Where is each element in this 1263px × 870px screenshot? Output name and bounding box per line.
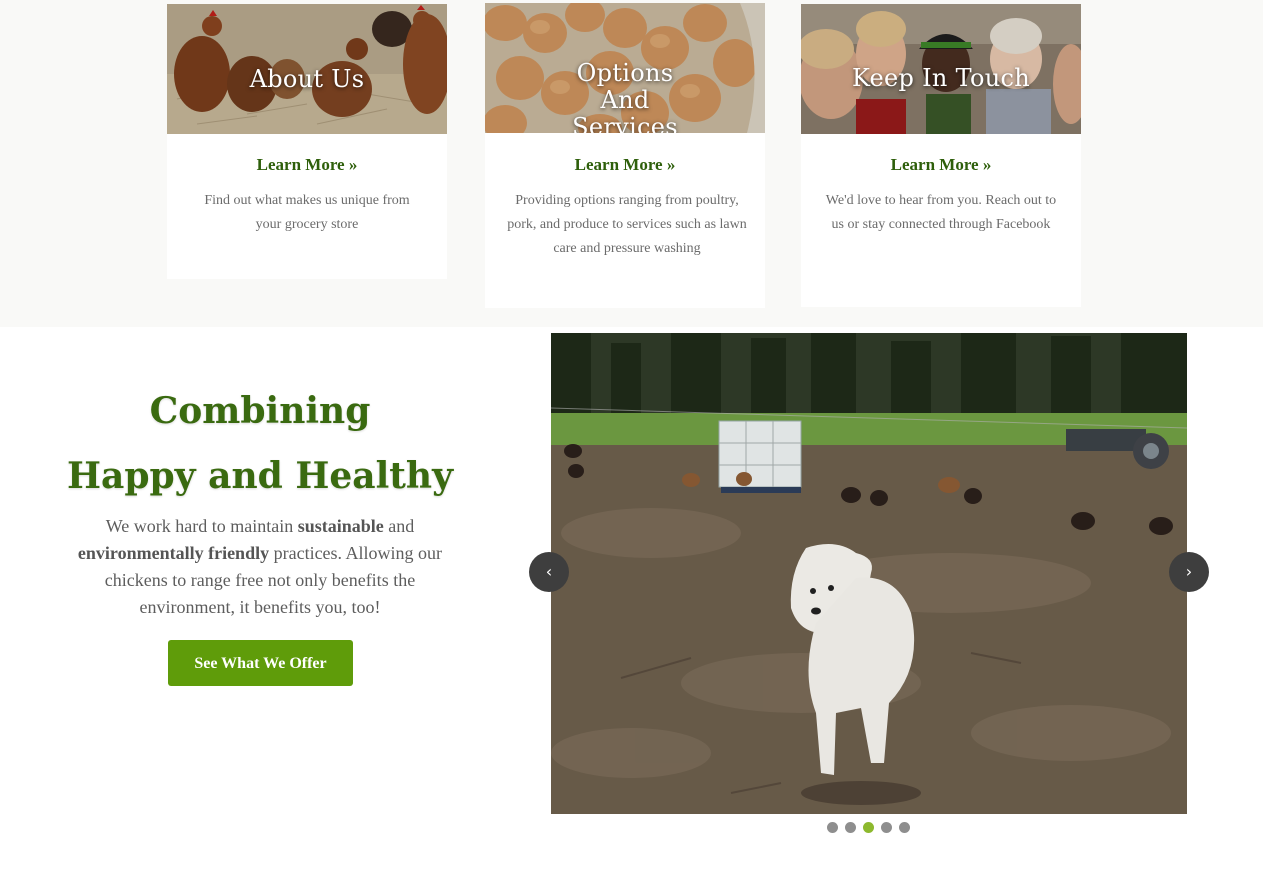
learn-more-link[interactable]: Learn More » (801, 155, 1081, 175)
card-title: Options And Services (572, 59, 678, 134)
intro-bold-sustainable: sustainable (297, 516, 384, 536)
slider-pagination (827, 822, 927, 834)
feature-intro: We work hard to maintain sustainable and… (60, 513, 460, 621)
card-description: Providing options ranging from poultry, … (507, 193, 747, 256)
intro-bold-environmentally-friendly: environmentally friendly (77, 543, 270, 563)
feature-heading-line2: Happy and Healthy (67, 455, 453, 497)
intro-text: We work hard to maintain (105, 516, 298, 536)
eggs-image[interactable]: Options And Services (485, 3, 765, 133)
image-slider (551, 333, 1187, 814)
hens-image[interactable]: About Us (167, 4, 447, 134)
slider-dot-1[interactable] (827, 822, 838, 833)
card-about-us: About Us Learn More » Find out what make… (167, 4, 447, 279)
card-keep-in-touch: Keep In Touch Learn More » We'd love to … (801, 4, 1081, 307)
learn-more-link[interactable]: Learn More » (485, 155, 765, 175)
slider-dot-5[interactable] (899, 822, 910, 833)
chevron-right-icon[interactable]: › (1169, 552, 1209, 592)
intro-text: and (383, 516, 415, 536)
card-options-services: Options And Services Learn More » Provid… (485, 3, 765, 308)
see-what-we-offer-button[interactable]: See What We Offer (168, 640, 353, 686)
children-image[interactable]: Keep In Touch (801, 4, 1081, 134)
slider-dot-3[interactable] (863, 822, 874, 833)
card-title: About Us (249, 65, 365, 93)
chevron-left-icon[interactable]: ‹ (529, 552, 569, 592)
dog-and-chickens-photo (551, 333, 1187, 814)
card-title: Keep In Touch (851, 64, 1031, 92)
slider-dot-4[interactable] (881, 822, 892, 833)
feature-heading-line1: Combining (149, 390, 371, 432)
card-description: Find out what makes us unique from your … (204, 193, 410, 232)
learn-more-link[interactable]: Learn More » (167, 155, 447, 175)
card-description: We'd love to hear from you. Reach out to… (825, 193, 1057, 232)
slider-dot-2[interactable] (845, 822, 856, 833)
